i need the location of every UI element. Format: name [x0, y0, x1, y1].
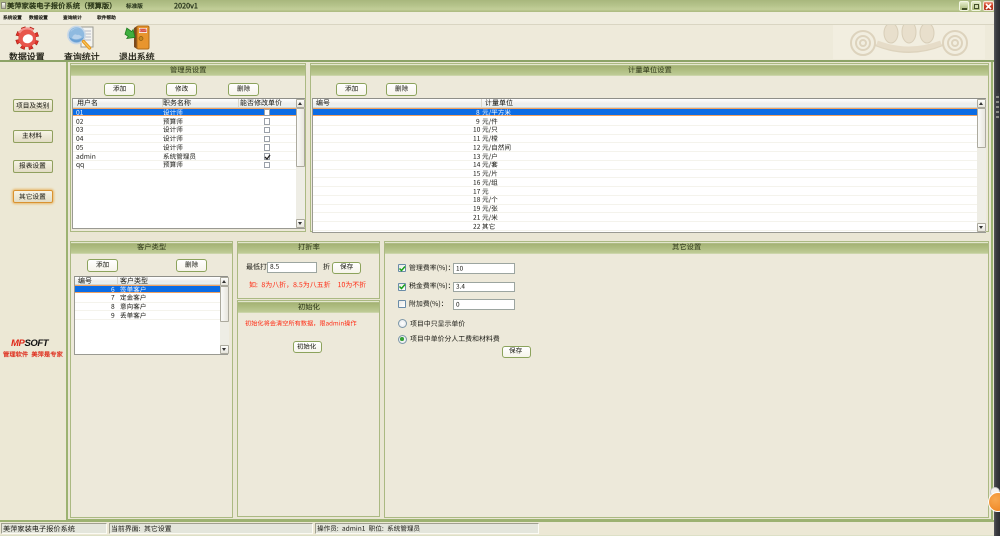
svg-text:EXIT: EXIT	[140, 29, 147, 33]
